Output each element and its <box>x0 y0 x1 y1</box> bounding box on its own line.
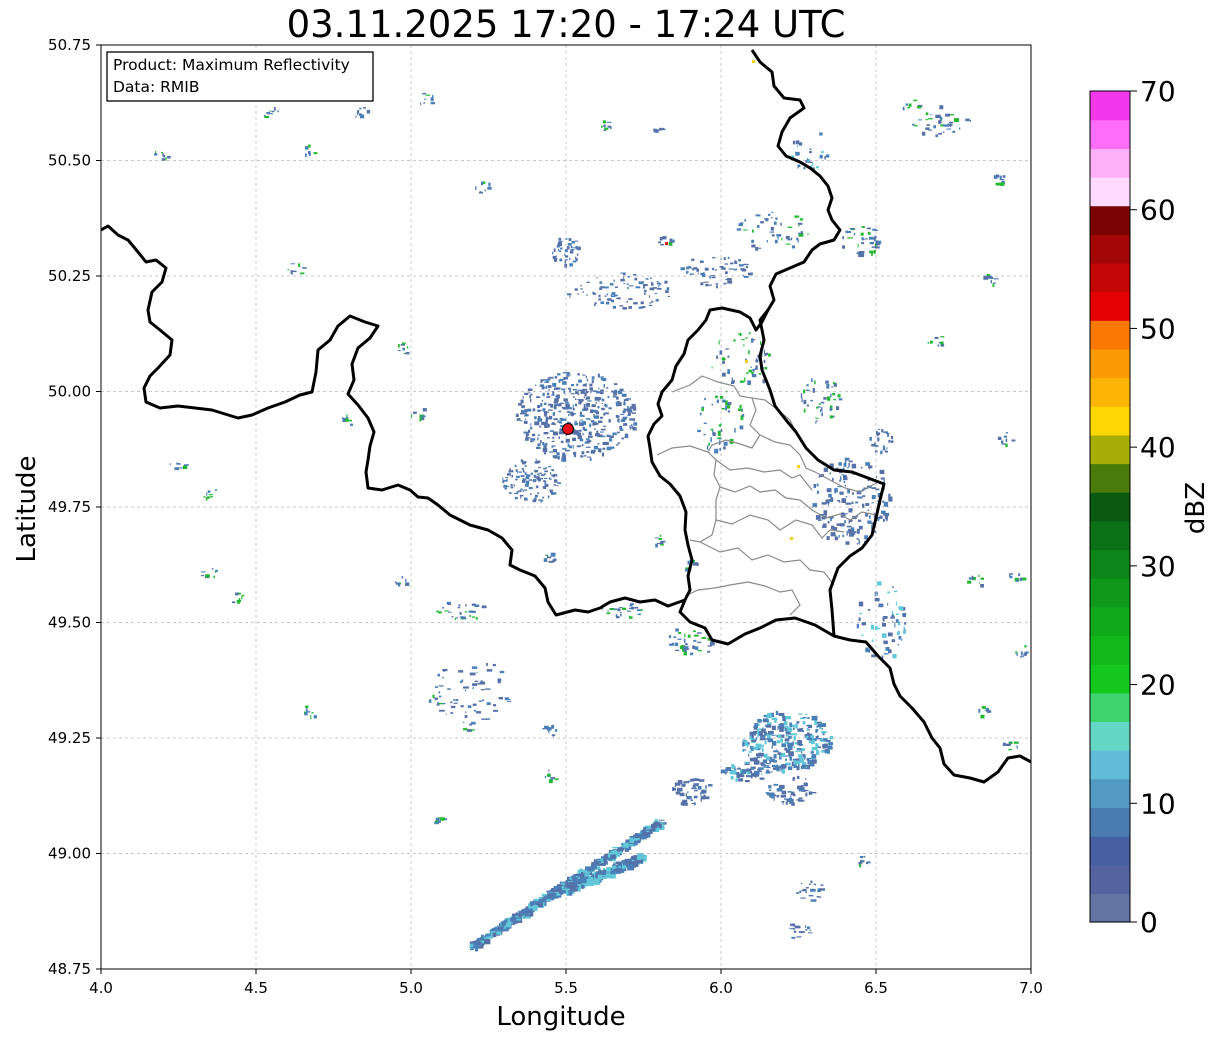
colorbar-tick-label: 70 <box>1140 75 1176 108</box>
colorbar-tick-label: 40 <box>1140 431 1176 464</box>
y-axis: 48.75 49.00 49.25 49.50 49.75 50.00 50.25 50.50… <box>48 36 101 978</box>
y-tick-label: 50.75 <box>48 36 91 54</box>
colorbar-segment <box>1090 205 1130 235</box>
colorbar-segments <box>1090 91 1130 923</box>
map-plot: Product: Maximum Reflectivity Data: RMIB… <box>12 36 1043 1032</box>
colorbar-segment <box>1090 291 1130 321</box>
colorbar-segment <box>1090 893 1130 923</box>
x-axis-label: Longitude <box>496 1002 625 1032</box>
colorbar: 0 10 20 30 40 50 60 70 dBZ <box>1089 75 1211 939</box>
colorbar-ticks: 0 10 20 30 40 50 60 70 <box>1130 75 1176 939</box>
colorbar-segment <box>1090 119 1130 149</box>
info-product: Product: Maximum Reflectivity <box>113 56 350 74</box>
figure-title: 03.11.2025 17:20 - 17:24 UTC <box>287 3 846 46</box>
x-tick-label: 5.5 <box>554 979 578 997</box>
colorbar-segment <box>1090 721 1130 751</box>
colorbar-segment <box>1090 262 1130 293</box>
colorbar-segment <box>1090 606 1130 637</box>
colorbar-segment <box>1090 750 1130 780</box>
y-tick-label: 49.75 <box>48 498 91 516</box>
colorbar-segment <box>1090 836 1130 866</box>
y-tick-label: 49.50 <box>48 614 91 632</box>
colorbar-tick-label: 10 <box>1140 787 1176 820</box>
colorbar-segment <box>1090 492 1130 522</box>
x-axis: 4.0 4.5 5.0 5.5 6.0 6.5 7.0 <box>89 969 1043 997</box>
y-tick-label: 50.00 <box>48 383 91 401</box>
colorbar-segment <box>1090 348 1130 379</box>
x-tick-label: 4.0 <box>89 979 113 997</box>
colorbar-tick-label: 60 <box>1140 194 1176 227</box>
x-tick-label: 5.0 <box>399 979 423 997</box>
colorbar-segment <box>1090 377 1130 407</box>
colorbar-segment <box>1090 434 1130 465</box>
colorbar-segment <box>1090 234 1130 264</box>
colorbar-tick-label: 30 <box>1140 550 1176 583</box>
colorbar-segment <box>1090 463 1130 493</box>
colorbar-segment <box>1090 520 1130 551</box>
colorbar-segment <box>1090 635 1130 665</box>
colorbar-segment <box>1090 692 1130 723</box>
colorbar-segment <box>1090 320 1130 350</box>
y-tick-label: 49.25 <box>48 729 91 747</box>
colorbar-segment <box>1090 578 1130 608</box>
colorbar-segment <box>1090 549 1130 579</box>
colorbar-tick-label: 0 <box>1140 906 1158 939</box>
y-tick-label: 50.25 <box>48 267 91 285</box>
colorbar-segment <box>1090 778 1130 808</box>
info-box: Product: Maximum Reflectivity Data: RMIB <box>106 51 374 102</box>
radar-figure: 03.11.2025 17:20 - 17:24 UTC Product: Ma… <box>12 3 1211 1032</box>
radar-site-marker <box>562 423 574 435</box>
y-tick-label: 48.75 <box>48 960 91 978</box>
y-axis-label: Latitude <box>12 455 42 562</box>
colorbar-tick-label: 50 <box>1140 312 1176 345</box>
info-source: Data: RMIB <box>113 78 200 96</box>
colorbar-segment <box>1090 148 1130 178</box>
y-tick-label: 49.00 <box>48 845 91 863</box>
x-tick-label: 4.5 <box>244 979 268 997</box>
colorbar-tick-label: 20 <box>1140 669 1176 702</box>
colorbar-label: dBZ <box>1181 482 1211 534</box>
colorbar-segment <box>1090 807 1130 837</box>
x-tick-label: 7.0 <box>1019 979 1043 997</box>
colorbar-segment <box>1090 91 1130 121</box>
x-tick-label: 6.0 <box>709 979 733 997</box>
y-tick-label: 50.50 <box>48 152 91 170</box>
colorbar-segment <box>1090 664 1130 694</box>
colorbar-segment <box>1090 864 1130 894</box>
colorbar-segment <box>1090 176 1130 207</box>
x-tick-label: 6.5 <box>864 979 888 997</box>
colorbar-segment <box>1090 406 1130 436</box>
